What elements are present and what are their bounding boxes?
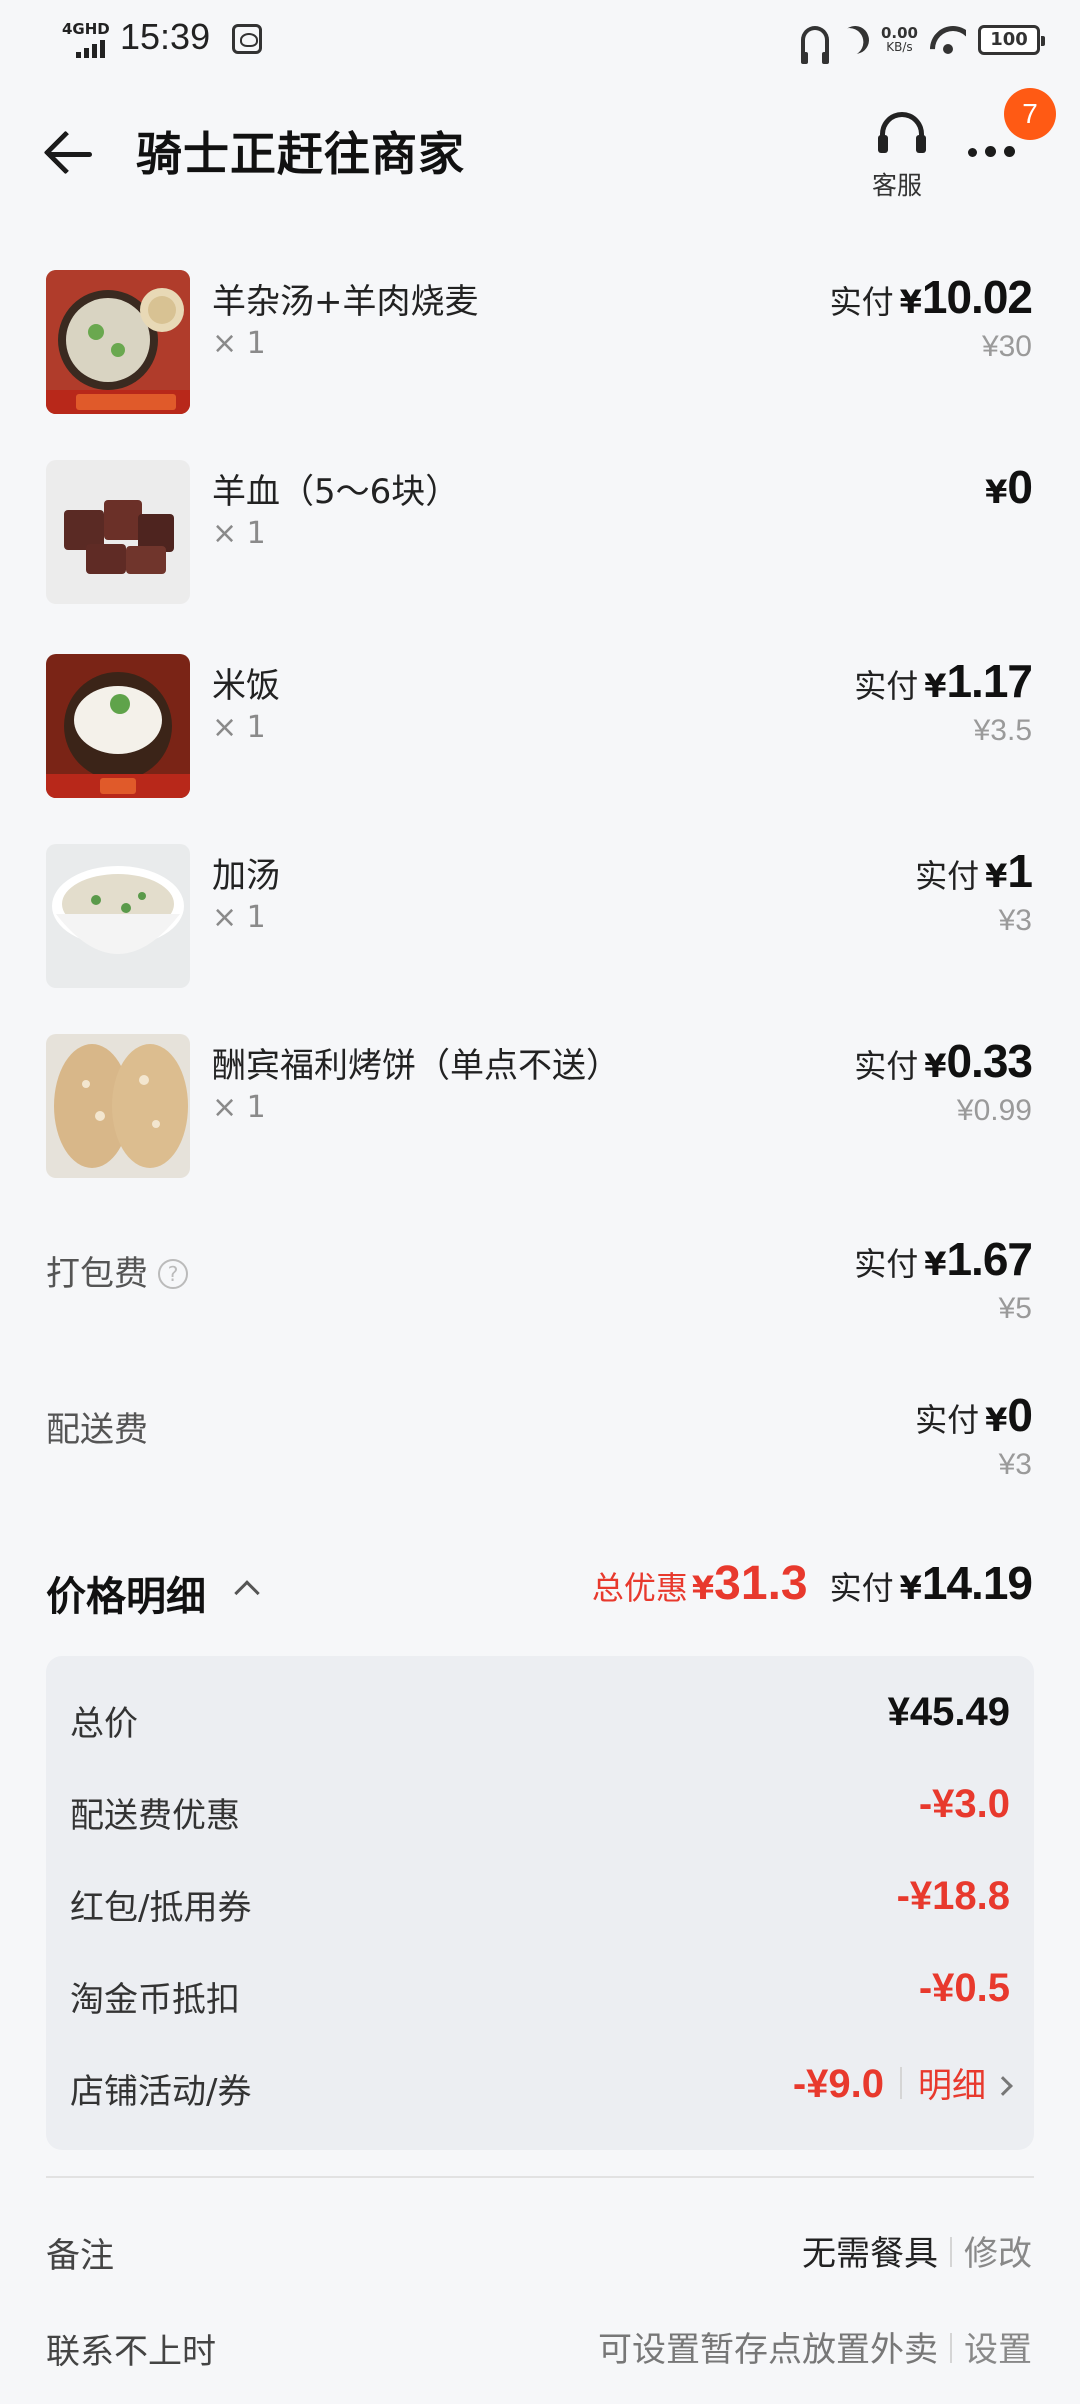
headphone-icon: [800, 26, 829, 64]
item-qty: × 1: [212, 1090, 266, 1125]
packing-fee-label: 打包费?: [46, 1246, 188, 1295]
order-item[interactable]: 羊杂汤+羊肉烧麦 × 1 实付 ¥10.02 ¥30: [0, 270, 1080, 430]
price-detail-title: 价格明细: [46, 1574, 206, 1620]
separator: [900, 2067, 902, 2099]
original-price: ¥0.99: [956, 1094, 1032, 1127]
do-not-disturb-icon: [837, 22, 873, 58]
wifi-icon: [930, 26, 966, 54]
status-bar: 4GHD 15:39 0.00 KB/s 100: [0, 0, 1080, 80]
paid-amount: 1.17: [946, 655, 1033, 707]
item-name: 酬宾福利烤饼（单点不送）: [212, 1046, 620, 1086]
order-item[interactable]: 羊血（5～6块） × 1 ¥0: [0, 460, 1080, 620]
clock: 15:39: [120, 16, 211, 57]
network-speed: 0.00 KB/s: [880, 24, 918, 55]
original-price: ¥3.5: [973, 714, 1032, 747]
rice-bowl-icon: [46, 654, 190, 798]
item-qty: × 1: [212, 516, 266, 551]
customer-service-label: 客服: [872, 171, 923, 200]
price-detail-box: 总价 ¥45.49 配送费优惠 -¥3.0 红包/抵用券 -¥18.8 淘金币抵…: [46, 1656, 1034, 2150]
item-price: ¥0: [985, 461, 1033, 513]
original-price: ¥3: [998, 904, 1032, 937]
price-detail-header[interactable]: 价格明细 总优惠 ¥31.3 实付 ¥14.19: [0, 1556, 1080, 1626]
paid-amount: 0.33: [946, 1035, 1033, 1087]
flatbread-icon: [46, 1034, 190, 1178]
original-price: ¥30: [981, 330, 1032, 363]
unreachable-value: 可设置暂存点放置外卖: [598, 2330, 938, 2370]
unreachable-label: 联系不上时: [46, 2332, 216, 2372]
signal-icon: 4GHD: [62, 20, 110, 58]
item-price: 实付 ¥10.02 ¥30: [829, 271, 1033, 363]
total-paid: 14.19: [921, 1557, 1033, 1609]
network-type: 4GHD: [62, 20, 110, 38]
order-item[interactable]: 米饭 × 1 实付 ¥1.17 ¥3.5: [0, 654, 1080, 814]
price-summary: 总优惠 ¥31.3 实付 ¥14.19: [591, 1557, 1033, 1610]
headset-icon: [878, 112, 926, 153]
paid-amount: 0: [1007, 461, 1033, 513]
item-name: 加汤: [212, 856, 280, 896]
packing-fee-row: 打包费? 实付 ¥1.67 ¥5: [0, 1232, 1080, 1342]
detail-row-coins: 淘金币抵扣 -¥0.5: [70, 1966, 1010, 2020]
item-qty: × 1: [212, 326, 266, 361]
order-item[interactable]: 酬宾福利烤饼（单点不送） × 1 实付 ¥0.33 ¥0.99: [0, 1034, 1080, 1194]
detail-row-coupon: 红包/抵用券 -¥18.8: [70, 1874, 1010, 1928]
divider: [46, 2176, 1034, 2178]
item-price: 实付 ¥1 ¥3: [915, 845, 1033, 937]
page-title: 骑士正赶往商家: [136, 127, 465, 181]
notification-badge: 7: [1004, 88, 1056, 140]
separator: [950, 2237, 952, 2267]
promo-detail-link[interactable]: 明细: [918, 2066, 986, 2106]
separator: [950, 2333, 952, 2363]
item-price: 实付 ¥0.33 ¥0.99: [854, 1035, 1033, 1127]
chevron-up-icon[interactable]: [234, 1580, 260, 1606]
delivery-fee-label: 配送费: [46, 1410, 148, 1450]
item-name: 羊杂汤+羊肉烧麦: [212, 282, 479, 322]
packing-fee-price: 实付 ¥1.67 ¥5: [854, 1233, 1033, 1325]
back-arrow-icon[interactable]: [40, 122, 104, 186]
battery-icon: 100: [978, 25, 1045, 55]
paid-amount: 10.02: [921, 271, 1033, 323]
app-notification-icon: [232, 24, 262, 54]
status-icons: 0.00 KB/s 100: [800, 20, 1045, 64]
remark-edit-link[interactable]: 修改: [964, 2234, 1032, 2274]
unreachable-row[interactable]: 联系不上时 可设置暂存点放置外卖 设置: [0, 2312, 1080, 2382]
paid-amount: 1: [1007, 845, 1033, 897]
item-price: 实付 ¥1.17 ¥3.5: [854, 655, 1033, 747]
top-nav: 骑士正赶往商家 客服: [0, 80, 1080, 220]
detail-row-store-promo: 店铺活动/券 -¥9.0 明细: [46, 2052, 1034, 2122]
unreachable-set-link[interactable]: 设置: [964, 2330, 1032, 2370]
more-dots-icon: [968, 146, 1015, 157]
total-discount: 31.3: [714, 1557, 808, 1610]
detail-row-delivery-discount: 配送费优惠 -¥3.0: [70, 1782, 1010, 1836]
item-name: 羊血（5～6块）: [212, 472, 460, 512]
customer-service-button[interactable]: 客服: [868, 108, 938, 200]
order-item[interactable]: 加汤 × 1 实付 ¥1 ¥3: [0, 844, 1080, 1004]
item-qty: × 1: [212, 710, 266, 745]
remark-label: 备注: [46, 2236, 114, 2276]
detail-row-total: 总价 ¥45.49: [70, 1690, 1010, 1744]
item-name: 米饭: [212, 666, 280, 706]
delivery-fee-row: 配送费 实付 ¥0 ¥3: [0, 1388, 1080, 1498]
chevron-right-icon[interactable]: [993, 2076, 1013, 2096]
item-qty: × 1: [212, 900, 266, 935]
remark-row[interactable]: 备注 无需餐具 修改: [0, 2216, 1080, 2286]
help-icon[interactable]: ?: [158, 1259, 188, 1289]
blood-tofu-icon: [46, 460, 190, 604]
soup-bowl-icon: [46, 844, 190, 988]
remark-value: 无需餐具: [802, 2234, 938, 2274]
delivery-fee-price: 实付 ¥0 ¥3: [915, 1389, 1033, 1481]
soup-lamb-icon: [46, 270, 190, 414]
